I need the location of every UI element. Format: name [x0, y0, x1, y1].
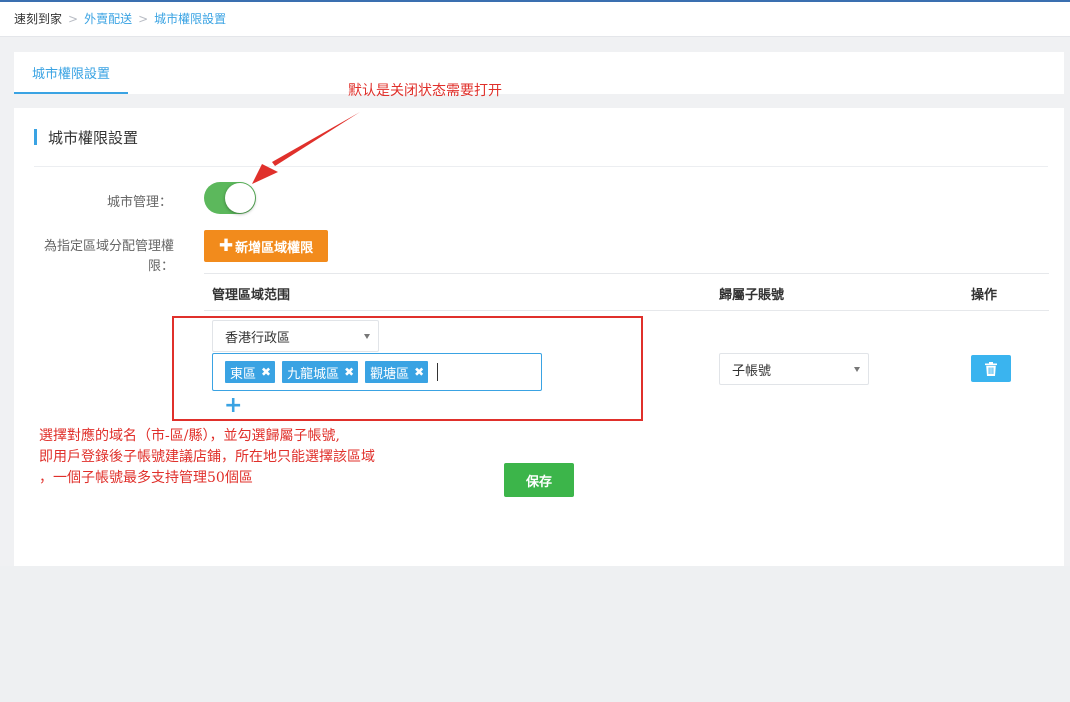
- column-header-actions: 操作: [971, 288, 998, 303]
- sub-account-select-value: 子帳號: [732, 363, 772, 379]
- chevron-down-icon: [854, 367, 860, 372]
- city-management-label: 城市管理：: [106, 195, 172, 210]
- table-header-border: [204, 310, 1049, 311]
- annotation-note-line2: 即用戶登錄後子帳號建議店鋪，所在地只能選擇該區域: [39, 449, 375, 465]
- assign-region-label-line1: 為指定區域分配管理權: [43, 239, 174, 254]
- breadcrumb-separator-icon: >: [68, 11, 79, 26]
- annotation-callout: 默认是关闭状态需要打开: [348, 83, 502, 99]
- delete-row-button[interactable]: [971, 355, 1011, 382]
- add-region-permission-label: 新增區域權限: [235, 240, 314, 256]
- tab-city-permission[interactable]: 城市權限設置: [14, 52, 128, 94]
- breadcrumb-current[interactable]: 城市權限設置: [154, 10, 226, 27]
- assign-region-label: 為指定區域分配管理權 限：: [24, 237, 174, 277]
- breadcrumb-delivery[interactable]: 外賣配送: [84, 10, 132, 27]
- section-title-text: 城市權限設置: [48, 128, 139, 147]
- divider: [34, 166, 1048, 167]
- column-header-region: 管理區域范围: [212, 288, 291, 303]
- save-button[interactable]: 保存: [504, 463, 574, 497]
- sub-account-select[interactable]: 子帳號: [719, 353, 869, 385]
- tabs-bar: 城市權限設置: [14, 52, 1064, 94]
- section-title: 城市權限設置: [34, 128, 139, 147]
- breadcrumb-home[interactable]: 速刻到家: [14, 10, 62, 27]
- trash-icon: [985, 361, 997, 376]
- page-background: [0, 566, 1070, 702]
- section-title-accent-bar: [34, 129, 37, 145]
- assign-region-label-line2: 限：: [147, 259, 174, 274]
- breadcrumb: 速刻到家 > 外賣配送 > 城市權限設置: [14, 10, 226, 27]
- plus-icon: ✚: [218, 236, 234, 256]
- table-top-border: [204, 273, 1049, 274]
- city-management-toggle[interactable]: [204, 182, 256, 214]
- toggle-knob: [225, 183, 255, 213]
- add-region-permission-button[interactable]: ✚ 新增區域權限: [204, 230, 328, 262]
- top-bar: 速刻到家 > 外賣配送 > 城市權限設置: [0, 0, 1070, 37]
- annotation-note: 選擇對應的域名（市-區/縣），並勾選歸屬子帳號, 即用戶登錄後子帳號建議店鋪，所…: [39, 426, 375, 489]
- annotation-note-line3: ，一個子帳號最多支持管理50個區: [39, 470, 253, 486]
- column-header-sub-account: 歸屬子賬號: [719, 288, 785, 303]
- annotation-highlight-box: [172, 316, 643, 421]
- breadcrumb-separator-icon: >: [138, 11, 149, 26]
- annotation-note-line1: 選擇對應的域名（市-區/縣），並勾選歸屬子帳號,: [39, 428, 340, 444]
- main-panel: 城市權限設置 城市管理： 為指定區域分配管理權 限： ✚ 新增區域權限 管理區域…: [14, 108, 1064, 566]
